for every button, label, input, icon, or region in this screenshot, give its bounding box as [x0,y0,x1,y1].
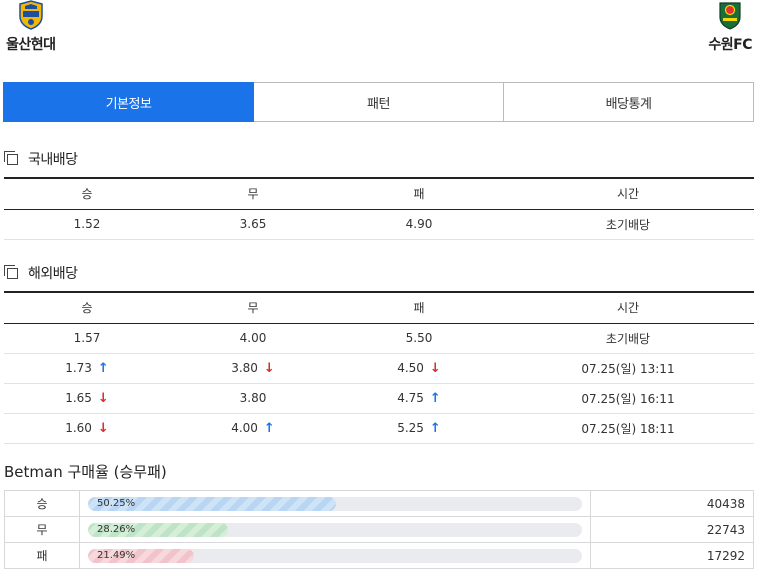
table-row: 무 28.26% 22743 [4,516,754,543]
rate-percent: 50.25% [97,497,136,509]
odds-win: 1.60 ↓ [4,413,170,444]
odds-value: 4.00 [239,331,267,345]
odds-value: 1.65 [65,390,92,405]
overseas-odds-table: 승 무 패 시간 1.57 4.00 5.50 초기배당 1.73 ↑ 3.80 ↓… [4,291,754,444]
overseas-odds-title: 해외배당 [28,266,78,282]
odds-value: 3.80 [239,391,267,405]
col-win: 승 [4,291,170,324]
outcome-label: 무 [4,516,80,543]
outcome-label: 승 [4,490,80,517]
odds-draw: 3.65 [170,209,336,240]
away-team-name: 수원FC [708,37,752,53]
odds-time: 07.25(일) 18:11 [502,413,754,444]
odds-value: 1.57 [73,331,101,345]
match-header: 울산현대 수원FC [0,0,770,60]
suwonfc-crest-icon [719,2,741,30]
col-time: 시간 [502,177,754,210]
table-header-row: 승 무 패 시간 [4,291,754,324]
odds-win: 1.52 [4,209,170,240]
rate-bar-track: 21.49% [88,548,582,563]
col-draw: 무 [170,177,336,210]
odds-win: 1.73 ↑ [4,353,170,384]
odds-draw: 4.00 ↑ [170,413,336,444]
betman-table: 승 50.25% 40438 무 28.26% 22743 패 21.49% 1… [4,490,754,569]
col-draw: 무 [170,291,336,324]
rate-bar-cell: 28.26% [79,516,591,543]
odds-lose: 4.50 ↓ [336,353,502,384]
table-row: 1.73 ↑ 3.80 ↓ 4.50 ↓ 07.25(일) 13:11 [4,353,754,384]
home-team-name: 울산현대 [6,37,56,53]
table-row: 1.57 4.00 5.50 초기배당 [4,323,754,354]
odds-value: 4.00 [231,420,258,435]
table-header-row: 승 무 패 시간 [4,177,754,210]
odds-lose: 5.50 [336,323,502,354]
overseas-odds-heading: 해외배당 [4,263,78,283]
home-team: 울산현대 [6,0,56,54]
odds-lose: 5.25 ↑ [336,413,502,444]
outcome-label: 패 [4,542,80,569]
rate-bar-track: 28.26% [88,522,582,537]
domestic-odds-table: 승 무 패 시간 1.52 3.65 4.90 초기배당 [4,177,754,240]
col-win: 승 [4,177,170,210]
purchase-count: 17292 [590,542,754,569]
table-row: 1.65 ↓ 3.80 4.75 ↑ 07.25(일) 16:11 [4,383,754,414]
odds-win: 1.57 [4,323,170,354]
odds-value: 1.60 [65,420,92,435]
copy-icon [4,265,20,281]
odds-lose: 4.90 [336,209,502,240]
purchase-count: 22743 [590,516,754,543]
arrow-up-icon: ↑ [429,420,441,436]
tab-odds-stats[interactable]: 배당통계 [504,82,754,122]
col-time: 시간 [502,291,754,324]
odds-value: 5.50 [405,331,433,345]
rate-percent: 21.49% [97,549,136,561]
odds-value: 4.75 [397,390,424,405]
odds-draw: 3.80 ↓ [170,353,336,384]
table-row: 1.60 ↓ 4.00 ↑ 5.25 ↑ 07.25(일) 18:11 [4,413,754,444]
odds-draw: 4.00 [170,323,336,354]
ulsan-crest-icon [19,0,43,30]
rate-bar-track: 50.25% [88,496,582,511]
rate-bar-cell: 50.25% [79,490,591,517]
table-row: 1.52 3.65 4.90 초기배당 [4,209,754,240]
arrow-down-icon: ↓ [97,420,109,436]
odds-value: 3.80 [231,360,258,375]
odds-value: 5.25 [397,420,424,435]
odds-time: 07.25(일) 16:11 [502,383,754,414]
rate-percent: 28.26% [97,523,136,535]
odds-time: 초기배당 [502,323,754,354]
arrow-down-icon: ↓ [97,390,109,406]
odds-win: 1.65 ↓ [4,383,170,414]
odds-value: 4.50 [397,360,424,375]
away-team: 수원FC [708,0,752,54]
col-lose: 패 [336,291,502,324]
odds-time: 07.25(일) 13:11 [502,353,754,384]
arrow-down-icon: ↓ [263,360,275,376]
tab-basic-info[interactable]: 기본정보 [3,82,254,122]
odds-time: 초기배당 [502,209,754,240]
table-row: 패 21.49% 17292 [4,542,754,569]
table-row: 승 50.25% 40438 [4,490,754,517]
domestic-odds-title: 국내배당 [28,152,78,168]
rate-bar-cell: 21.49% [79,542,591,569]
copy-icon [4,151,20,167]
odds-lose: 4.75 ↑ [336,383,502,414]
arrow-down-icon: ↓ [429,360,441,376]
arrow-up-icon: ↑ [429,390,441,406]
tab-pattern[interactable]: 패턴 [254,82,504,122]
betman-title: Betman 구매율 (승무패) [4,463,167,481]
domestic-odds-heading: 국내배당 [4,149,78,169]
odds-value: 1.73 [65,360,92,375]
col-lose: 패 [336,177,502,210]
arrow-up-icon: ↑ [263,420,275,436]
arrow-up-icon: ↑ [97,360,109,376]
purchase-count: 40438 [590,490,754,517]
tab-bar: 기본정보 패턴 배당통계 [3,82,754,122]
odds-draw: 3.80 [170,383,336,414]
